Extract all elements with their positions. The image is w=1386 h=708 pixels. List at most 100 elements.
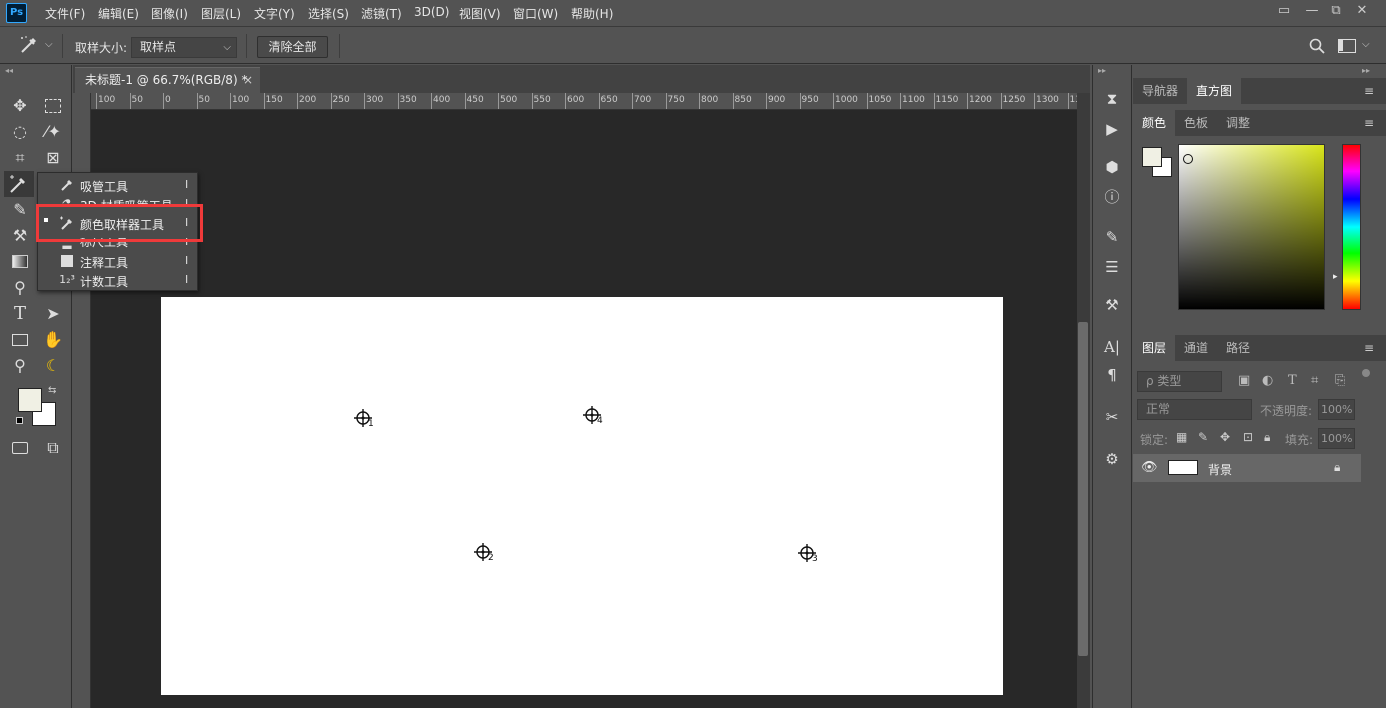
- color-sampler-marker-3[interactable]: 3: [796, 542, 818, 564]
- layer-name[interactable]: 背景: [1208, 461, 1232, 478]
- path-selection-tool-icon[interactable]: ➤: [40, 302, 66, 326]
- chevron-down-icon[interactable]: ⌵: [1362, 39, 1370, 50]
- flyout-item-count[interactable]: 1₂³ 计数工具 I: [38, 271, 197, 290]
- blend-mode-select[interactable]: 正常: [1137, 399, 1252, 420]
- close-window-button[interactable]: ✕: [1348, 2, 1376, 20]
- default-colors-icon[interactable]: [16, 417, 26, 427]
- eye-visibility-icon[interactable]: 👁︎: [1141, 460, 1158, 475]
- filter-type-icon[interactable]: T: [1288, 373, 1297, 388]
- color-sampler-marker-1[interactable]: 1: [352, 407, 374, 429]
- magic-wand-tool-icon[interactable]: ⁄✦: [40, 120, 66, 144]
- fill-input[interactable]: 100%: [1318, 428, 1355, 449]
- tab-channels[interactable]: 通道: [1175, 335, 1217, 361]
- rectangle-tool-icon[interactable]: [7, 328, 33, 352]
- clear-all-button[interactable]: 清除全部: [257, 36, 328, 58]
- info-icon[interactable]: ⓘ: [1100, 186, 1124, 208]
- filter-toggle-icon[interactable]: [1362, 369, 1370, 377]
- lock-all-icon[interactable]: 🔒︎: [1264, 430, 1270, 445]
- history-panel-icon[interactable]: ⧗: [1100, 88, 1124, 110]
- tab-navigator[interactable]: 导航器: [1133, 78, 1187, 104]
- workspace-switcher-icon[interactable]: [1338, 39, 1356, 53]
- sample-size-select[interactable]: 取样点 ⌵: [131, 37, 237, 58]
- tab-paths[interactable]: 路径: [1217, 335, 1259, 361]
- maximize-button[interactable]: ⧉: [1322, 2, 1350, 20]
- flyout-item-note[interactable]: 注释工具 I: [38, 252, 197, 271]
- lock-transparent-icon[interactable]: ▦: [1176, 430, 1187, 444]
- restore-panel-icon[interactable]: ▭: [1270, 2, 1298, 20]
- collapse-panels-icon[interactable]: ▸▸: [1362, 66, 1370, 75]
- screen-mode-icon[interactable]: ⧉: [40, 436, 66, 460]
- panel-foreground-swatch[interactable]: [1142, 147, 1162, 167]
- clone-stamp-tool-icon[interactable]: ⚒: [7, 224, 33, 248]
- banana-icon[interactable]: ☾: [40, 354, 66, 378]
- menu-type[interactable]: 文字(Y): [254, 5, 295, 22]
- filter-smart-object-icon[interactable]: ⎘: [1335, 373, 1345, 388]
- document-tab[interactable]: 未标题-1 @ 66.7%(RGB/8) * ×: [75, 67, 260, 93]
- tab-swatches[interactable]: 色板: [1175, 110, 1217, 136]
- dodge-tool-icon[interactable]: ⚲: [7, 276, 33, 300]
- clone-source-icon[interactable]: ⚒: [1100, 294, 1124, 316]
- actions-play-icon[interactable]: ▶: [1100, 118, 1124, 140]
- color-sampler-marker-4[interactable]: 4: [581, 404, 603, 426]
- character-panel-icon[interactable]: A|: [1100, 336, 1124, 358]
- horizontal-ruler[interactable]: 100 50 0 50 100 150 200 250 300 350 400 450 500 550 60…: [91, 93, 1077, 110]
- menu-select[interactable]: 选择(S): [308, 5, 349, 22]
- swap-colors-icon[interactable]: ⇆: [48, 385, 56, 396]
- document-canvas[interactable]: [161, 297, 1003, 695]
- panel-menu-icon[interactable]: ≡: [1364, 117, 1378, 129]
- color-picker-field[interactable]: [1178, 144, 1325, 310]
- lasso-tool-icon[interactable]: ◌: [7, 120, 33, 144]
- layer-filter-select[interactable]: ρ 类型: [1137, 371, 1222, 392]
- foreground-color-swatch[interactable]: [18, 388, 42, 412]
- crop-tool-icon[interactable]: ⌗: [7, 146, 33, 170]
- flyout-item-eyedropper[interactable]: 吸管工具 I: [38, 176, 197, 195]
- quick-mask-icon[interactable]: [7, 436, 33, 460]
- menu-image[interactable]: 图像(I): [151, 5, 188, 22]
- panel-menu-icon[interactable]: ≡: [1364, 342, 1378, 354]
- tab-histogram[interactable]: 直方图: [1187, 78, 1242, 104]
- search-icon[interactable]: [1308, 37, 1326, 55]
- collapse-icon[interactable]: ◂◂: [5, 66, 13, 75]
- filter-shape-icon[interactable]: ⌗: [1311, 373, 1318, 388]
- color-sampler-marker-2[interactable]: 2: [472, 541, 494, 563]
- lock-image-icon[interactable]: ✎: [1198, 430, 1208, 444]
- color-sampler-tool-icon[interactable]: [4, 171, 34, 197]
- filter-adjustment-icon[interactable]: ◐: [1262, 373, 1273, 388]
- tool-presets-icon[interactable]: ✂: [1100, 406, 1124, 428]
- hue-slider-handle[interactable]: ▸: [1333, 272, 1338, 282]
- color-picker-cursor[interactable]: [1183, 154, 1193, 164]
- expand-icon[interactable]: ▸▸: [1098, 66, 1106, 75]
- type-tool-icon[interactable]: T: [7, 302, 33, 326]
- menu-file[interactable]: 文件(F): [45, 5, 85, 22]
- lock-position-icon[interactable]: ✥: [1220, 430, 1230, 444]
- tab-adjustments[interactable]: 调整: [1217, 110, 1259, 136]
- menu-help[interactable]: 帮助(H): [571, 5, 613, 22]
- zoom-tool-icon[interactable]: ⚲: [7, 354, 33, 378]
- gradient-tool-icon[interactable]: [7, 250, 33, 274]
- properties-icon[interactable]: ⚙: [1100, 448, 1124, 470]
- paragraph-panel-icon[interactable]: ¶: [1100, 364, 1124, 386]
- hue-slider[interactable]: [1342, 144, 1361, 310]
- menu-window[interactable]: 窗口(W): [513, 5, 558, 22]
- menu-view[interactable]: 视图(V): [459, 5, 501, 22]
- brush-tool-icon[interactable]: ✎: [7, 198, 33, 222]
- tab-color[interactable]: 颜色: [1133, 110, 1176, 136]
- 3d-panel-icon[interactable]: ⬢: [1100, 156, 1124, 178]
- panel-menu-icon[interactable]: ≡: [1364, 85, 1378, 97]
- vertical-scrollbar-thumb[interactable]: [1078, 322, 1088, 656]
- close-tab-icon[interactable]: ×: [243, 68, 253, 92]
- move-tool-icon[interactable]: ✥: [7, 94, 33, 118]
- menu-filter[interactable]: 滤镜(T): [361, 5, 402, 22]
- color-sampler-tool-preset-icon[interactable]: [18, 34, 40, 56]
- menu-3d[interactable]: 3D(D): [414, 5, 449, 19]
- hand-tool-icon[interactable]: ✋: [40, 328, 66, 352]
- tab-layers[interactable]: 图层: [1133, 335, 1176, 361]
- menu-edit[interactable]: 编辑(E): [98, 5, 139, 22]
- brush-settings-icon[interactable]: ✎: [1100, 226, 1124, 248]
- chevron-down-icon[interactable]: ⌵: [45, 39, 53, 50]
- layer-thumbnail[interactable]: [1168, 460, 1198, 475]
- frame-tool-icon[interactable]: ⊠: [40, 146, 66, 170]
- marquee-tool-icon[interactable]: [40, 94, 66, 118]
- opacity-input[interactable]: 100%: [1318, 399, 1355, 420]
- menu-layer[interactable]: 图层(L): [201, 5, 241, 22]
